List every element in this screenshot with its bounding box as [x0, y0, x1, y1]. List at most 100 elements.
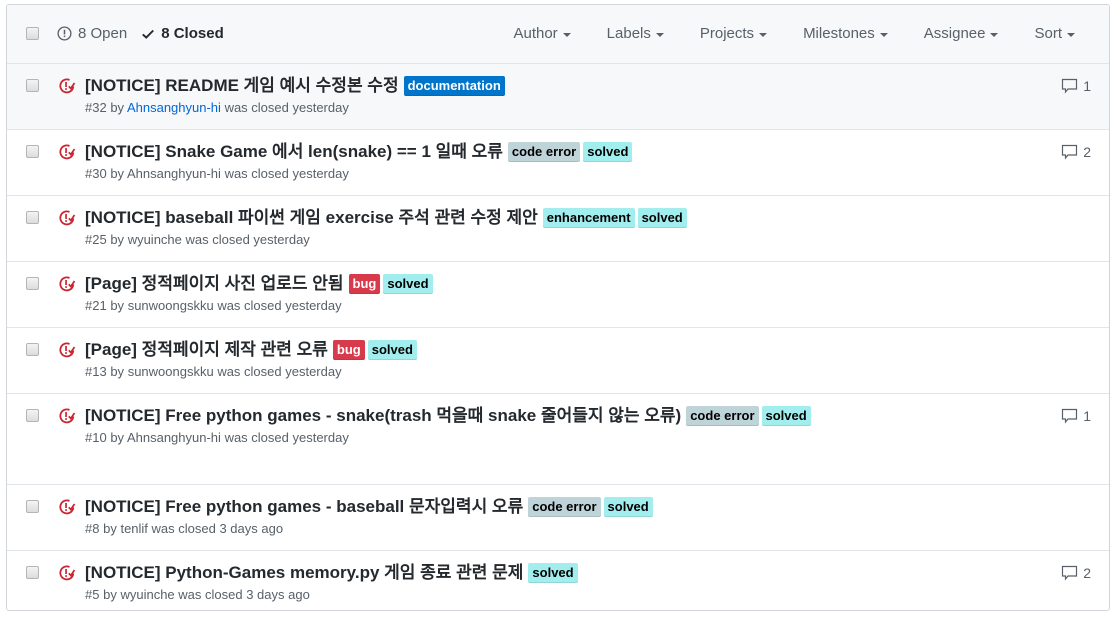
issue-by: by	[110, 364, 125, 379]
issue-closed-time: was closed yesterday	[224, 430, 349, 445]
issue-closed-time: was closed yesterday	[224, 100, 349, 115]
comment-count: 2	[1083, 144, 1091, 160]
label-solved[interactable]: solved	[367, 340, 417, 360]
issue-closed-time: was closed yesterday	[217, 364, 342, 379]
issue-checkbox[interactable]	[26, 145, 39, 158]
issue-by: by	[110, 298, 125, 313]
filter-assignee-dropdown[interactable]: Assignee	[924, 25, 999, 42]
comment-count: 1	[1083, 408, 1091, 424]
issue-title-link[interactable]: [NOTICE] Python-Games memory.py 게임 종료 관련…	[85, 563, 523, 582]
issue-closed-icon	[58, 341, 76, 364]
issue-meta: #10 by Ahnsanghyun-hi was closed yesterd…	[85, 430, 999, 445]
issue-number: #5	[85, 587, 100, 602]
label-code-error[interactable]: code error	[686, 406, 759, 426]
issue-author[interactable]: sunwoongskku	[128, 364, 214, 379]
label-bug[interactable]: bug	[332, 340, 365, 360]
issue-number: #21	[85, 298, 107, 313]
issue-closed-icon	[58, 275, 76, 298]
issue-title-link[interactable]: [Page] 정적페이지 제작 관련 오류	[85, 340, 328, 359]
comment-icon	[1061, 78, 1083, 94]
filter-author-dropdown[interactable]: Author	[513, 25, 571, 42]
issue-title-link[interactable]: [NOTICE] baseball 파이썬 게임 exercise 주석 관련 …	[85, 208, 538, 227]
closed-issues-link[interactable]: 8 Closed	[141, 25, 224, 42]
filter-label: Author	[513, 25, 558, 42]
issue-title-line: [NOTICE] Python-Games memory.py 게임 종료 관련…	[85, 561, 999, 585]
issue-closed-icon	[58, 407, 76, 430]
issue-title-line: [NOTICE] Free python games - baseball 문자…	[85, 495, 999, 519]
issue-meta: #21 by sunwoongskku was closed yesterday	[85, 298, 999, 313]
label-code-error[interactable]: code error	[507, 142, 581, 162]
issue-author[interactable]: Ahnsanghyun-hi	[127, 430, 221, 445]
label-solved[interactable]: solved	[383, 274, 433, 294]
issue-title-link[interactable]: [Page] 정적페이지 사진 업로드 안됨	[85, 274, 344, 293]
issue-author[interactable]: tenlif	[120, 521, 147, 536]
issue-checkbox[interactable]	[26, 409, 39, 422]
label-solved[interactable]: solved	[761, 406, 811, 426]
label-solved[interactable]: solved	[603, 497, 653, 517]
issue-content: [Page] 정적페이지 사진 업로드 안됨 bug solved #21 by s…	[85, 272, 999, 313]
filter-projects-dropdown[interactable]: Projects	[700, 25, 768, 42]
label-enhancement[interactable]: enhancement	[542, 208, 635, 228]
issue-meta: #8 by tenlif was closed 3 days ago	[85, 521, 999, 536]
filter-label: Labels	[606, 25, 651, 42]
filter-milestones-dropdown[interactable]: Milestones	[803, 25, 888, 42]
label-solved[interactable]: solved	[637, 208, 687, 228]
issue-checkbox[interactable]	[26, 79, 39, 92]
comment-icon	[1061, 144, 1083, 160]
issue-comments-link[interactable]: 2	[1061, 565, 1091, 581]
issue-meta: #13 by sunwoongskku was closed yesterday	[85, 364, 999, 379]
issue-title-line: [NOTICE] README 게임 예시 수정본 수정 documentatio…	[85, 74, 999, 98]
comment-icon	[1061, 408, 1083, 424]
issue-comments-link[interactable]: 1	[1061, 78, 1091, 94]
issue-content: [NOTICE] Python-Games memory.py 게임 종료 관련…	[85, 561, 999, 602]
issue-number: #10	[85, 430, 107, 445]
issue-author[interactable]: wyuinche	[120, 587, 174, 602]
filter-sort-dropdown[interactable]: Sort	[1034, 25, 1075, 42]
issue-author[interactable]: wyuinche	[128, 232, 182, 247]
issue-by: by	[110, 166, 125, 181]
select-all-checkbox[interactable]	[26, 27, 39, 40]
issue-closed-time: was closed yesterday	[224, 166, 349, 181]
issue-content: [NOTICE] Free python games - snake(trash…	[85, 404, 999, 445]
issues-list-box: 8 Open 8 Closed Author Labels Projects Mile…	[6, 4, 1110, 611]
issue-by: by	[110, 100, 125, 115]
issue-number: #32	[85, 100, 107, 115]
issue-title-link[interactable]: [NOTICE] README 게임 예시 수정본 수정	[85, 76, 399, 95]
issue-title-link[interactable]: [NOTICE] Snake Game 에서 len(snake) == 1 일…	[85, 142, 503, 161]
issue-row: [NOTICE] Python-Games memory.py 게임 종료 관련…	[7, 551, 1109, 610]
issue-closed-time: was closed yesterday	[217, 298, 342, 313]
label-code-error[interactable]: code error	[528, 497, 601, 517]
issue-by: by	[103, 521, 117, 536]
issue-checkbox[interactable]	[26, 500, 39, 513]
issue-title-link[interactable]: [NOTICE] Free python games - snake(trash…	[85, 406, 681, 425]
issue-author[interactable]: Ahnsanghyun-hi	[127, 166, 221, 181]
issue-author[interactable]: sunwoongskku	[128, 298, 214, 313]
issue-number: #8	[85, 521, 100, 536]
issue-content: [NOTICE] README 게임 예시 수정본 수정 documentatio…	[85, 74, 999, 115]
label-solved[interactable]: solved	[583, 142, 633, 162]
issue-closed-time: was closed 3 days ago	[178, 587, 310, 602]
issue-title-line: [Page] 정적페이지 사진 업로드 안됨 bug solved	[85, 272, 999, 296]
issue-comments-link[interactable]: 2	[1061, 144, 1091, 160]
issue-row: [NOTICE] Free python games - snake(trash…	[7, 394, 1109, 485]
issue-checkbox[interactable]	[26, 277, 39, 290]
issue-checkbox[interactable]	[26, 343, 39, 356]
issue-title-link[interactable]: [NOTICE] Free python games - baseball 문자…	[85, 497, 523, 516]
open-issues-link[interactable]: 8 Open	[57, 25, 127, 42]
comment-count: 2	[1083, 565, 1091, 581]
filter-labels-dropdown[interactable]: Labels	[607, 25, 664, 42]
issue-title-line: [NOTICE] baseball 파이썬 게임 exercise 주석 관련 …	[85, 206, 999, 230]
label-solved[interactable]: solved	[528, 563, 578, 583]
label-documentation[interactable]: documentation	[403, 76, 505, 96]
issue-closed-icon	[58, 209, 76, 232]
issue-by: by	[110, 430, 125, 445]
issue-comments-link[interactable]: 1	[1061, 408, 1091, 424]
issues-list-header: 8 Open 8 Closed Author Labels Projects Mile…	[7, 5, 1109, 64]
issue-checkbox[interactable]	[26, 566, 39, 579]
issue-checkbox[interactable]	[26, 211, 39, 224]
caret-down-icon	[759, 32, 768, 37]
issue-author-link[interactable]: Ahnsanghyun-hi	[127, 100, 221, 115]
issue-closed-icon	[58, 77, 76, 100]
issue-closed-time: was closed 3 days ago	[151, 521, 284, 536]
label-bug[interactable]: bug	[348, 274, 381, 294]
